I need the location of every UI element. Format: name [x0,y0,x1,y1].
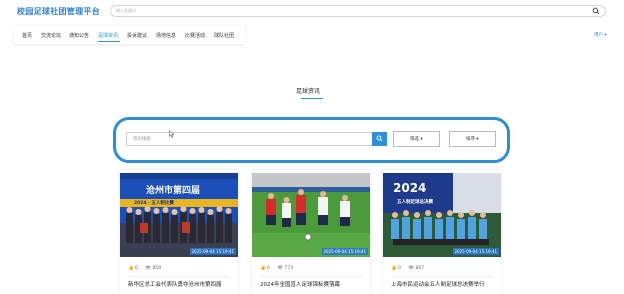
card-stats: 👍 0 👁 867 [391,266,424,271]
card-divider [391,276,493,277]
nav-item-venues[interactable]: 场地信息 [156,32,176,39]
news-card-image[interactable]: 沧州市第四届 2024 · 五人制比赛 2025-09-04 15:19:41 [120,173,238,257]
like-count: 0 [267,266,270,271]
filter-dropdown[interactable]: 筛选 ▾ [393,131,440,147]
nav-item-matches[interactable]: 比赛活动 [185,32,205,39]
like-icon[interactable]: 👍 [260,266,266,271]
news-search-placeholder: 资讯搜索 [133,137,151,142]
site-brand[interactable]: 校园足球社团管理平台 [17,6,100,17]
view-count: 773 [284,266,294,271]
card-timestamp: 2025-09-04 15:19:41 [452,248,499,255]
like-icon[interactable]: 👍 [391,266,397,271]
eye-icon: 👁 [145,266,152,271]
card-title[interactable]: 2024年全国盲人足球锦标赛落幕 [260,281,368,290]
search-icon [376,135,383,142]
card-timestamp: 2025-09-04 15:19:41 [189,248,236,255]
card-image-caption: 2024 [393,181,427,195]
news-card[interactable]: 沧州市第四届 2024 · 五人制比赛 2025-09-04 15:19:41 … [120,170,238,294]
nav-item-teams[interactable]: 球队社团 [214,32,234,39]
view-count: 859 [152,266,162,271]
news-search-button[interactable] [372,132,387,146]
news-card[interactable]: 2024 五人制足球总决赛 2025-09-04 15:19:41 👍 0 👁 … [383,170,501,294]
like-count: 0 [398,266,401,271]
main-nav: 首页 交流论坛 通知公告 足球资讯 投诉建议 场地信息 比赛活动 球队社团 [14,25,245,44]
card-stats: 👍 0 👁 859 [128,266,161,271]
top-bar: 校园足球社团管理平台 输入关键词 [0,0,624,22]
card-title[interactable]: 新华区总工会代表队勇夺沧州市第四届 [128,281,236,290]
card-timestamp: 2025-09-04 15:19:41 [321,248,368,255]
sort-dropdown[interactable]: 排序 ▾ [449,131,496,147]
news-card-image[interactable]: 2024 五人制足球总决赛 2025-09-04 15:19:41 [383,173,501,257]
nav-item-home[interactable]: 首页 [22,32,32,39]
card-divider [260,276,362,277]
nav-item-notices[interactable]: 通知公告 [69,32,89,39]
card-title[interactable]: 上海市民运动会五人制足球总决赛举行 [391,281,499,290]
eye-icon: 👁 [408,266,415,271]
sort-dropdown-label: 排序 ▾ [466,137,479,142]
news-search-input[interactable]: 资讯搜索 [126,132,372,146]
mouse-cursor-icon [169,130,175,138]
search-icon[interactable] [592,7,600,15]
view-count: 867 [415,266,425,271]
nav-item-news[interactable]: 足球资讯 [98,32,118,39]
user-menu[interactable]: 用户 ▾ [594,32,607,38]
page-title: 足球资讯 [296,88,321,95]
global-search-input[interactable]: 输入关键词 [110,5,606,17]
nav-active-indicator [98,41,120,42]
card-divider [128,276,230,277]
title-underline [301,98,323,99]
card-image-caption: 沧州市第四届 [146,186,201,196]
like-count: 0 [135,266,138,271]
news-card[interactable]: 2025-09-04 15:19:41 👍 0 👁 773 2024年全国盲人足… [252,170,370,294]
filter-dropdown-label: 筛选 ▾ [410,137,423,142]
like-icon[interactable]: 👍 [128,266,134,271]
eye-icon: 👁 [277,266,284,271]
nav-item-forum[interactable]: 交流论坛 [41,32,61,39]
news-card-image[interactable]: 2025-09-04 15:19:41 [252,173,370,257]
nav-item-complaints[interactable]: 投诉建议 [127,32,147,39]
card-image-banner: 2024 · 五人制比赛 [134,201,174,206]
card-image-banner: 五人制足球总决赛 [397,200,433,205]
global-search-placeholder: 输入关键词 [116,8,136,13]
card-stats: 👍 0 👁 773 [260,266,293,271]
